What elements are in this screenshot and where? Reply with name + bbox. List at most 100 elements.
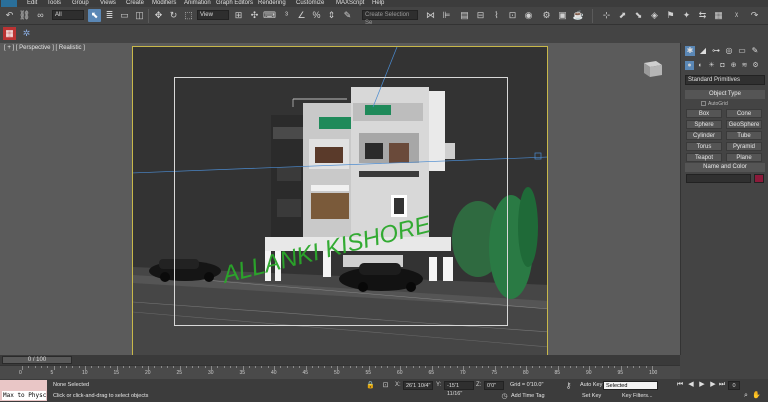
xref-icon[interactable]: ⇆ [696,9,709,22]
curve-editor-icon[interactable]: ⌇ [490,9,503,22]
autogrid-checkbox[interactable]: AutoGrid [701,101,728,107]
hierarchy-tab-icon[interactable]: ⊶ [711,46,721,56]
spacewarps-icon[interactable]: ≋ [740,61,749,70]
display-tab-icon[interactable]: ▭ [737,46,747,56]
prev-frame-icon[interactable]: ◀ [687,381,695,389]
z-coordinate-field[interactable]: 0'0" [484,381,504,390]
app-logo[interactable] [1,0,17,7]
scene-explorer-icon[interactable]: ⊟ [474,9,487,22]
create-tab-icon[interactable]: ✱ [685,46,695,56]
shapes-icon[interactable]: ◐ [696,61,705,70]
render-setup-icon[interactable]: ⚙ [540,9,553,22]
menu-rendering[interactable]: Rendering [258,0,286,7]
cone-button[interactable]: Cone [726,109,762,118]
time-slider-thumb[interactable]: 0 / 100 [2,356,72,364]
snap-3d-icon[interactable]: ³ [280,9,293,22]
lock-selection-icon[interactable]: 🔒 [364,379,377,392]
scale-icon[interactable]: ⬚ [182,9,195,22]
named-selection-dropdown[interactable]: Create Selection Se [362,10,418,26]
perspective-viewport[interactable]: [ + ] [ Perspective ] [ Realistic ] ALLA… [0,43,680,356]
container-icon[interactable]: ▦ [712,9,725,22]
select-object-icon[interactable]: ⬉ [88,9,101,22]
menu-group[interactable]: Group [72,0,89,7]
next-frame-icon[interactable]: ▶ [709,381,717,389]
utilities-tab-icon[interactable]: ✎ [750,46,760,56]
absolute-mode-icon[interactable]: ⊡ [379,379,392,392]
modify-tab-icon[interactable]: ◢ [698,46,708,56]
menu-modifiers[interactable]: Modifiers [152,0,176,7]
light-lister-icon[interactable]: ✦ [680,9,693,22]
redo-icon[interactable]: ↷ [748,9,761,22]
time-tag-icon[interactable]: ◷ [498,390,511,402]
primitive-type-dropdown[interactable]: Standard Primitives [685,75,765,85]
helpers-icon[interactable]: ⊕ [729,61,738,70]
menu-help[interactable]: Help [372,0,384,7]
add-time-tag[interactable]: Add Time Tag [511,393,545,399]
goto-start-icon[interactable]: ⏮ [676,381,684,389]
snaps-toggle-icon[interactable]: ⊹ [600,9,613,22]
window-crossing-icon[interactable]: ◫ [133,9,146,22]
viewcube-icon[interactable] [636,57,666,79]
menu-animation[interactable]: Animation [184,0,211,7]
render-teapot-icon[interactable]: ☕ [572,9,585,22]
keyboard-shortcut-icon[interactable]: ⌨ [263,9,276,22]
tube-button[interactable]: Tube [726,131,762,140]
sphere-button[interactable]: Sphere [686,120,722,129]
current-frame-field[interactable]: 0 [728,381,740,390]
schematic-view-icon[interactable]: ⊡ [506,9,519,22]
motion-tab-icon[interactable]: ◎ [724,46,734,56]
walkthrough-icon[interactable]: ⚑ [664,9,677,22]
bind-spacewarp-icon[interactable]: ∞ [34,9,47,22]
menu-edit[interactable]: Edit [27,0,37,7]
place-icon[interactable]: ⬊ [632,9,645,22]
key-filters-button[interactable]: Key Filters... [622,393,653,399]
key-selection-dropdown[interactable]: Selected [603,381,658,390]
viewport-label[interactable]: [ + ] [ Perspective ] [ Realistic ] [4,45,85,51]
axis-constraint-icon[interactable]: ᵡ [730,9,743,22]
key-icon[interactable]: ⚷ [562,379,575,392]
select-by-name-icon[interactable]: ≣ [103,9,116,22]
rendered-frame-icon[interactable]: ▣ [556,9,569,22]
move-icon[interactable]: ✥ [152,9,165,22]
object-name-field[interactable] [686,174,751,183]
layer-manager-icon[interactable]: ▤ [458,9,471,22]
menu-graph-editors[interactable]: Graph Editors [216,0,253,7]
goto-end-icon[interactable]: ⏭ [718,381,726,389]
cameras-icon[interactable]: ◘ [718,61,727,70]
y-coordinate-field[interactable]: -15'1 11/16" [444,381,474,397]
maxscript-input[interactable]: Max to Physc [2,391,46,400]
menu-maxscript[interactable]: MAXScript [336,0,364,7]
set-key-button[interactable]: Set Key [582,393,601,399]
name-color-rollout[interactable]: Name and Color [685,163,765,172]
maxscript-listener[interactable]: Max to Physc [0,380,47,401]
menu-customize[interactable]: Customize [296,0,324,7]
lights-icon[interactable]: ☀ [707,61,716,70]
selection-filter-dropdown[interactable]: All [52,10,84,20]
isolate-icon[interactable]: ◈ [648,9,661,22]
cylinder-button[interactable]: Cylinder [686,131,722,140]
edit-named-selection-icon[interactable]: ✎ [341,9,354,22]
systems-icon[interactable]: ⚙ [751,61,760,70]
material-editor-icon[interactable]: ◉ [522,9,535,22]
select-manipulate-icon[interactable]: ✣ [248,9,261,22]
menu-views[interactable]: Views [100,0,116,7]
zoom-icon[interactable]: ⌕ [742,392,750,400]
rotate-icon[interactable]: ↻ [167,9,180,22]
box-button[interactable]: Box [686,109,722,118]
auto-key-button[interactable]: Auto Key [580,382,602,388]
menu-tools[interactable]: Tools [47,0,61,7]
plane-button[interactable]: Plane [726,153,762,162]
scene-states-icon[interactable]: ✲ [20,27,33,40]
reference-coord-dropdown[interactable]: View [197,10,229,20]
play-icon[interactable]: ▶ [698,381,706,389]
object-color-swatch[interactable] [754,174,764,183]
mirror-icon[interactable]: ⋈ [424,9,437,22]
geometry-icon[interactable]: ● [685,61,694,70]
align-icon[interactable]: ⊫ [440,9,453,22]
pivot-center-icon[interactable]: ⊞ [232,9,245,22]
undo-icon[interactable]: ↶ [3,9,16,22]
geosphere-button[interactable]: GeoSphere [726,120,762,129]
pan-icon[interactable]: ✋ [752,392,761,400]
track-bar[interactable]: 0 5 10 15 20 25 30 35 40 45 50 55 60 65 70 75 80 85 90 95 10… [0,365,680,379]
link-icon[interactable]: ⛓ [18,9,31,22]
